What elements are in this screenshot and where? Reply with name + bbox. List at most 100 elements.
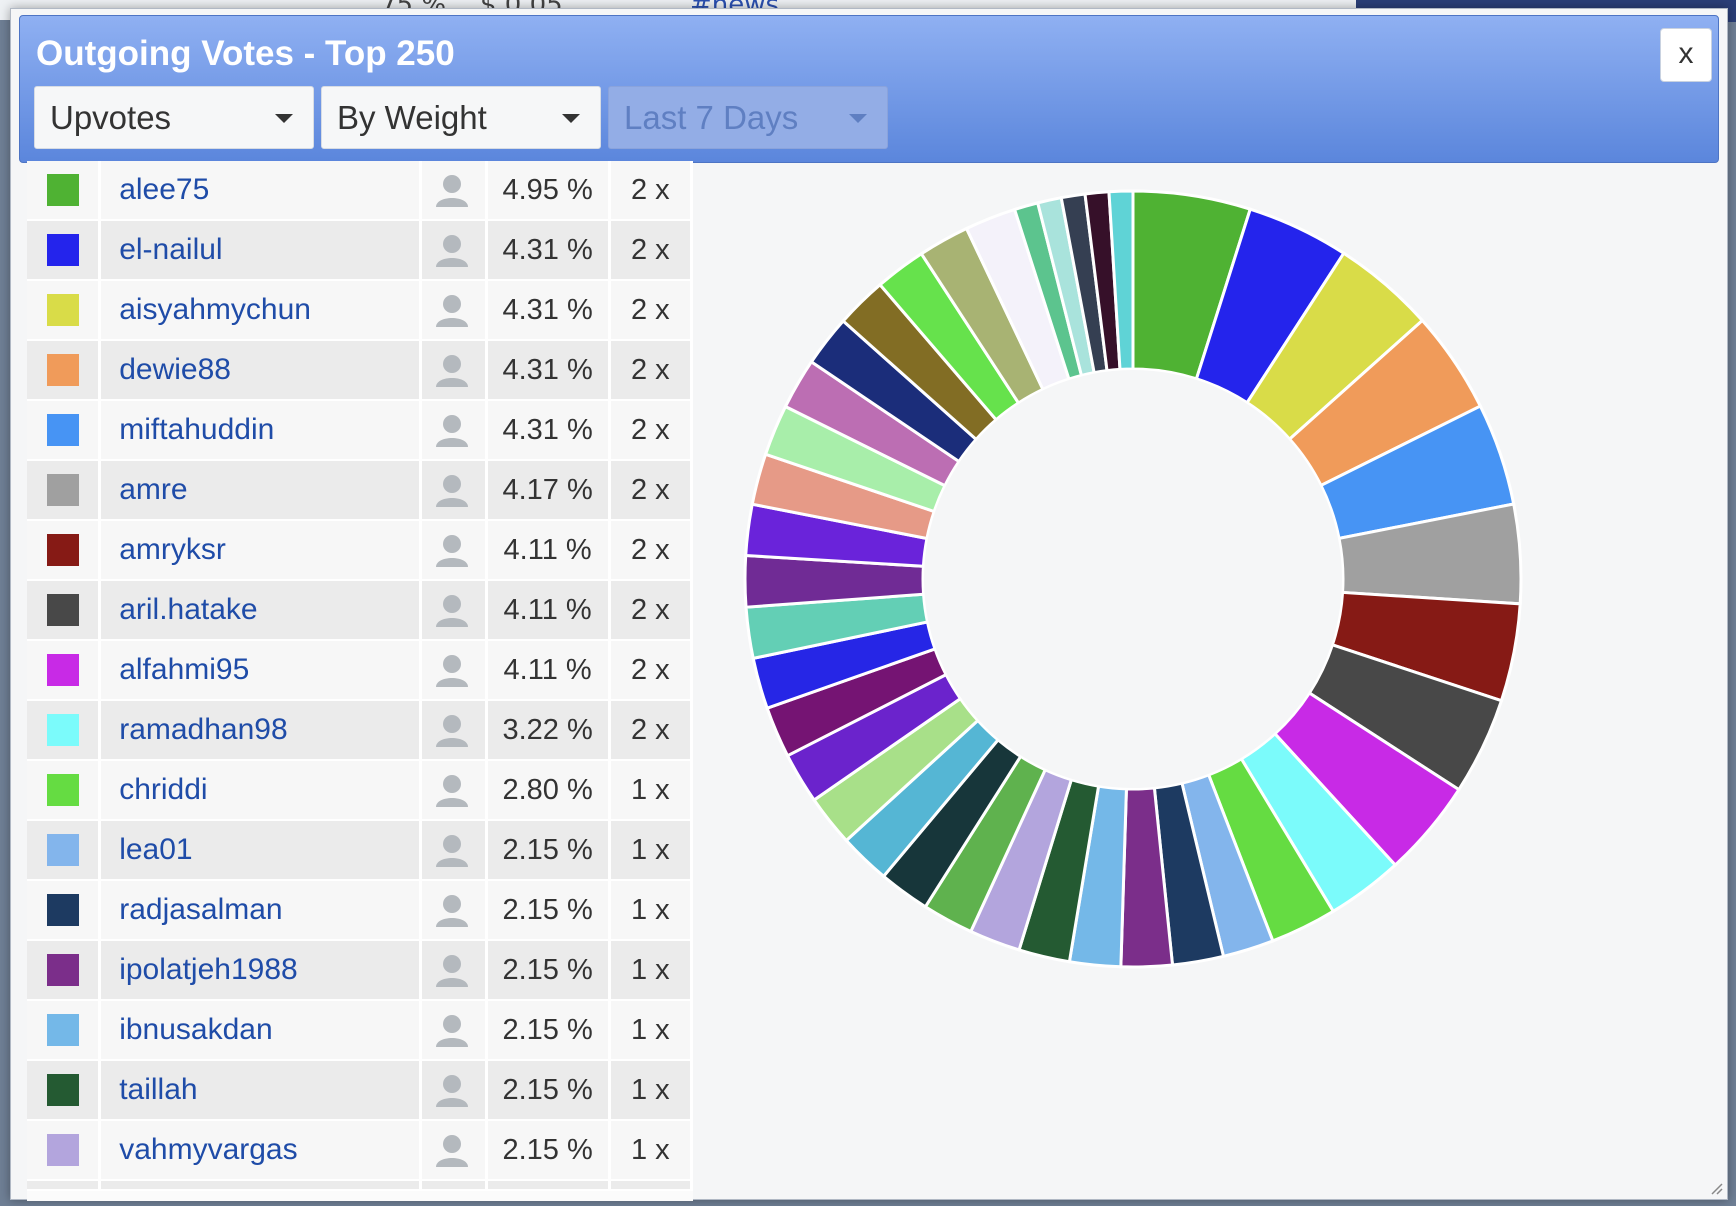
color-swatch (47, 354, 79, 386)
user-profile-icon[interactable] (420, 1120, 488, 1181)
vote-percent: 3.22 % (486, 700, 611, 761)
color-swatch-cell (27, 1120, 102, 1181)
vote-type-value: Upvotes (50, 99, 172, 136)
vote-count: 1 x (609, 760, 693, 821)
color-swatch (47, 774, 79, 806)
chevron-down-icon (562, 114, 580, 123)
vote-count: 1 x (609, 880, 693, 941)
color-swatch (47, 654, 79, 686)
user-profile-icon[interactable] (420, 940, 488, 1001)
voter-name-link[interactable]: radjasalman (99, 880, 422, 941)
voter-name-link[interactable]: aril.hatake (99, 580, 422, 641)
user-profile-icon[interactable] (420, 340, 488, 401)
color-swatch-cell (27, 400, 102, 461)
color-swatch (47, 1074, 79, 1106)
user-profile-icon[interactable] (420, 880, 488, 941)
vote-percent: 4.31 % (486, 400, 611, 461)
voter-name-link[interactable]: amre (99, 460, 422, 521)
voter-name-link[interactable]: dewie88 (99, 340, 422, 401)
color-swatch-cell (27, 580, 102, 641)
table-row: radjasalman 2.15 % 1 x (27, 880, 693, 941)
dialog-title: Outgoing Votes - Top 250 (36, 34, 455, 73)
voter-name-link[interactable]: amryksr (99, 520, 422, 581)
user-profile-icon[interactable] (420, 1000, 488, 1061)
time-range-value: Last 7 Days (624, 99, 799, 136)
chevron-down-icon (275, 114, 293, 123)
voter-name-link[interactable]: chriddi (99, 760, 422, 821)
chevron-down-icon (849, 114, 867, 123)
user-profile-icon[interactable] (420, 700, 488, 761)
color-swatch (47, 534, 79, 566)
votes-table-container[interactable]: alee75 4.95 % 2 x el-nailul 4.31 % 2 x aisyahm… (27, 161, 693, 1201)
outgoing-votes-dialog: Outgoing Votes - Top 250 x Upvotes By We… (10, 8, 1728, 1201)
vote-percent: 4.17 % (486, 460, 611, 521)
color-swatch-cell (27, 640, 102, 701)
vote-percent: 2.15 % (486, 1120, 611, 1181)
voter-name-link[interactable]: vahmyvargas (99, 1120, 422, 1181)
resize-grip-icon[interactable] (1709, 1181, 1723, 1195)
voter-name-link[interactable]: aisyahmychun (99, 280, 422, 341)
user-profile-icon[interactable] (420, 580, 488, 641)
color-swatch-cell (27, 280, 102, 341)
table-row: alfahmi95 4.11 % 2 x (27, 640, 693, 701)
vote-count: 2 x (609, 460, 693, 521)
color-swatch-cell (27, 820, 102, 881)
sort-mode-value: By Weight (337, 99, 487, 136)
votes-donut-chart (701, 159, 1721, 1195)
voter-name-link[interactable]: lea01 (99, 820, 422, 881)
table-row: amre 4.17 % 2 x (27, 460, 693, 521)
color-swatch-cell (27, 700, 102, 761)
user-profile-icon[interactable] (420, 460, 488, 521)
vote-type-select[interactable]: Upvotes (34, 86, 314, 149)
voter-name-link[interactable]: alee75 (99, 161, 422, 221)
voter-name-link[interactable]: miftahuddin (99, 400, 422, 461)
voter-name-link[interactable]: el-nailul (99, 220, 422, 281)
color-swatch (47, 234, 79, 266)
vote-percent: 2.80 % (486, 760, 611, 821)
close-button[interactable]: x (1660, 28, 1712, 82)
vote-count: 2 x (609, 520, 693, 581)
voter-name-link[interactable]: ibnusakdan (99, 1000, 422, 1061)
user-profile-icon[interactable] (420, 520, 488, 581)
vote-percent: 4.11 % (486, 580, 611, 641)
user-profile-icon[interactable] (420, 400, 488, 461)
vote-count: 1 x (609, 820, 693, 881)
table-row: amryksr 4.11 % 2 x (27, 520, 693, 581)
voter-name-link[interactable]: alfahmi95 (99, 640, 422, 701)
vote-count: 2 x (609, 400, 693, 461)
table-row: alee75 4.95 % 2 x (27, 161, 693, 221)
vote-count: 2 x (609, 220, 693, 281)
user-profile-icon[interactable] (420, 220, 488, 281)
voter-name-link[interactable]: ipolatjeh1988 (99, 940, 422, 1001)
votes-table: alee75 4.95 % 2 x el-nailul 4.31 % 2 x aisyahm… (27, 161, 693, 1191)
color-swatch (47, 474, 79, 506)
voter-name-link[interactable]: ramadhan98 (99, 700, 422, 761)
vote-percent: 4.11 % (486, 520, 611, 581)
user-profile-icon[interactable] (420, 760, 488, 821)
user-profile-icon[interactable] (420, 161, 488, 221)
table-row: vahmyvargas 2.15 % 1 x (27, 1120, 693, 1181)
color-swatch-cell (27, 220, 102, 281)
sort-mode-select[interactable]: By Weight (321, 86, 601, 149)
table-row (27, 1180, 693, 1191)
table-row: ramadhan98 3.22 % 2 x (27, 700, 693, 761)
vote-count: 2 x (609, 700, 693, 761)
vote-percent: 4.31 % (486, 340, 611, 401)
table-row: taillah 2.15 % 1 x (27, 1060, 693, 1121)
voter-name-link[interactable]: taillah (99, 1060, 422, 1121)
user-profile-icon[interactable] (420, 640, 488, 701)
table-row: aril.hatake 4.11 % 2 x (27, 580, 693, 641)
donut-chart-svg (743, 189, 1523, 969)
color-swatch (47, 174, 79, 206)
dialog-titlebar[interactable]: Outgoing Votes - Top 250 x Upvotes By We… (19, 15, 1719, 163)
user-profile-icon[interactable] (420, 280, 488, 341)
user-profile-icon[interactable] (420, 1060, 488, 1121)
vote-count: 2 x (609, 640, 693, 701)
color-swatch-cell (27, 520, 102, 581)
color-swatch-cell (27, 161, 102, 221)
table-row: el-nailul 4.31 % 2 x (27, 220, 693, 281)
color-swatch-cell (27, 1060, 102, 1121)
vote-count: 2 x (609, 280, 693, 341)
vote-percent: 2.15 % (486, 820, 611, 881)
user-profile-icon[interactable] (420, 820, 488, 881)
